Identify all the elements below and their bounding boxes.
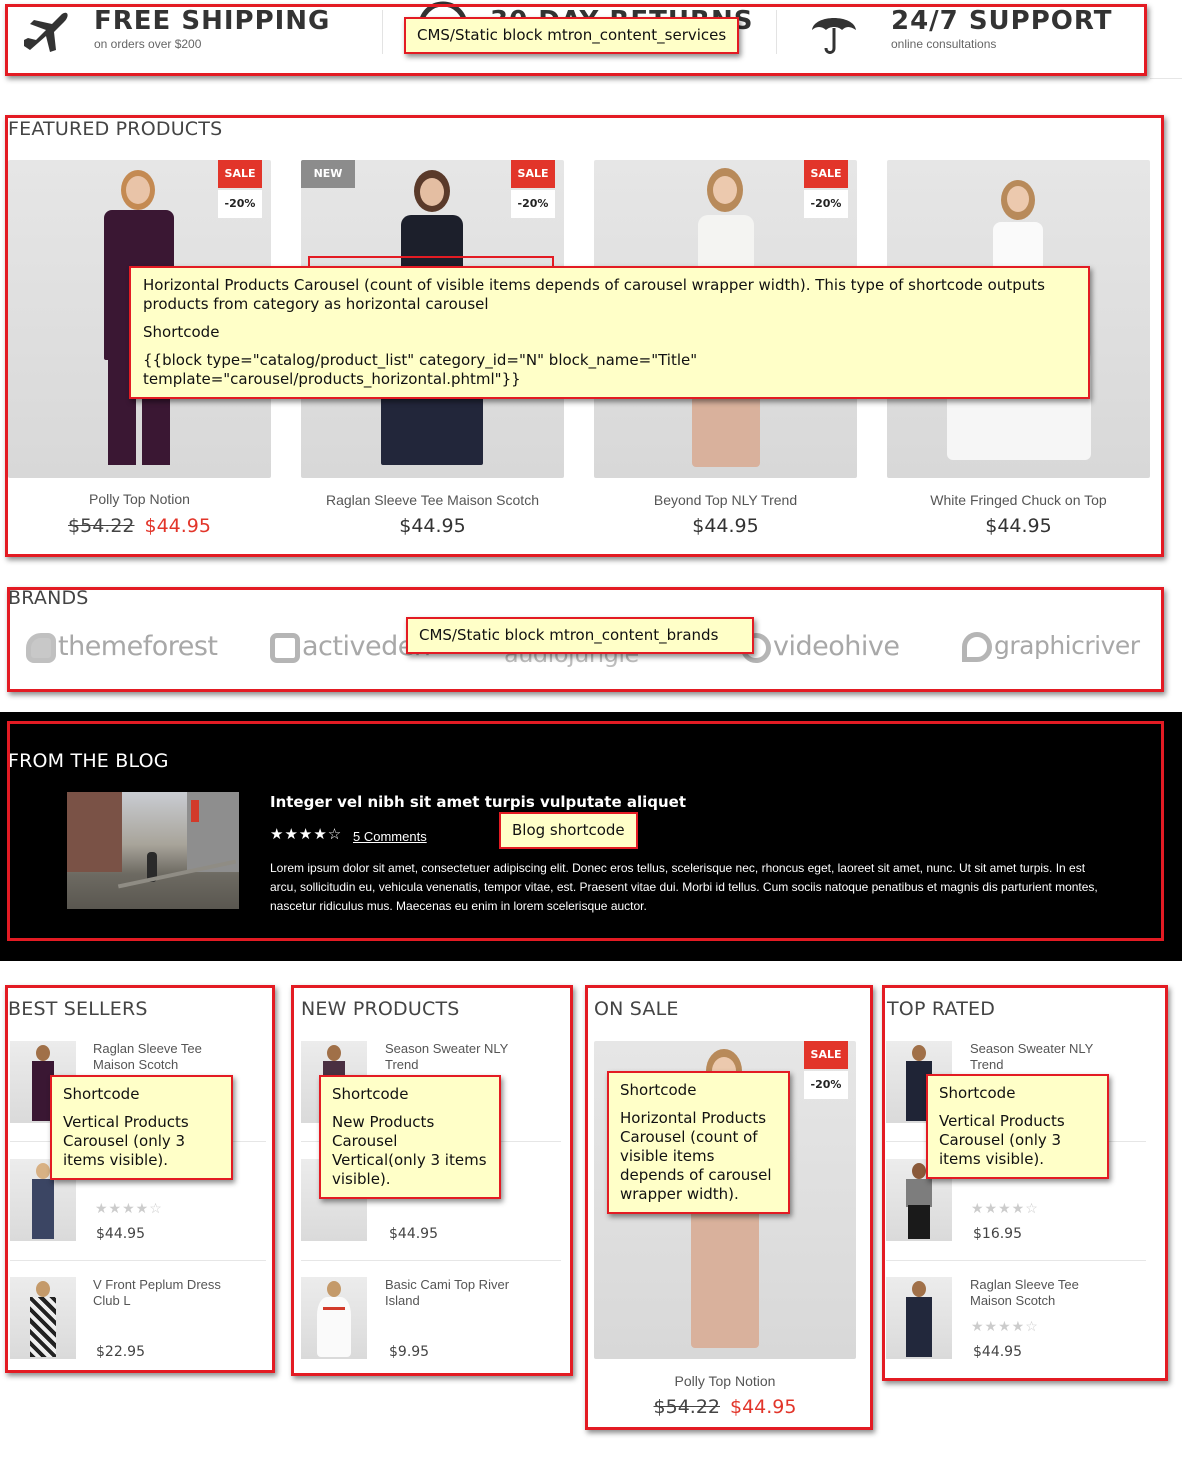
services-note: CMS/Static block mtron_content_services <box>404 17 740 54</box>
on-sale-note: Shortcode Horizontal Products Carousel (… <box>607 1071 790 1214</box>
note-text: Shortcode <box>620 1081 697 1099</box>
note-text: Vertical Products Carousel (only 3 items… <box>63 1113 189 1169</box>
note-text: Shortcode <box>332 1085 409 1103</box>
note-text: Horizontal Products Carousel (count of v… <box>143 276 1045 313</box>
note-text: Shortcode <box>143 323 220 341</box>
note-text: Horizontal Products Carousel (count of v… <box>620 1109 772 1203</box>
note-text: Shortcode <box>939 1084 1016 1102</box>
best-sellers-note: Shortcode Vertical Products Carousel (on… <box>50 1075 233 1180</box>
top-rated-note: Shortcode Vertical Products Carousel (on… <box>926 1074 1109 1179</box>
blog-note: Blog shortcode <box>499 812 638 849</box>
note-text: Vertical Products Carousel (only 3 items… <box>939 1112 1065 1168</box>
new-products-note: Shortcode New Products Carousel Vertical… <box>319 1075 501 1199</box>
note-text: Shortcode <box>63 1085 140 1103</box>
note-text: New Products Carousel Vertical(only 3 it… <box>332 1113 487 1188</box>
featured-note: Horizontal Products Carousel (count of v… <box>129 266 1090 399</box>
note-text: {{block type="catalog/product_list" cate… <box>143 351 698 388</box>
brands-note: CMS/Static block mtron_content_brands <box>406 617 754 654</box>
